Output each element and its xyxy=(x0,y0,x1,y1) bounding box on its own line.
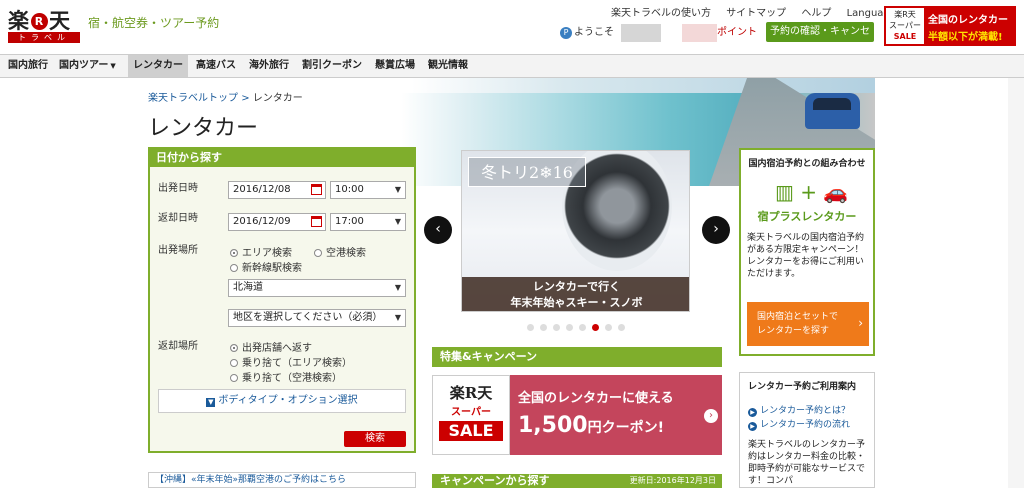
breadcrumb-home[interactable]: 楽天トラベルトップ xyxy=(148,93,238,104)
super-sale-logo: 楽R天 スーパー SALE xyxy=(432,375,510,455)
slider-caption: レンタカーで行く 年末年始ゃスキー・スノボ xyxy=(462,277,689,311)
dropdown-arrow-icon: ▼ xyxy=(394,217,401,226)
car-icon: 🚗 xyxy=(823,180,849,204)
place-label: 出発場所 xyxy=(158,245,198,256)
features-header: 特集&キャンペーン xyxy=(432,347,722,367)
header: 楽R天 トラベル 宿・航空券・ツアー予約 楽天トラベルの使い方 サイトマップ ヘ… xyxy=(0,0,1024,57)
nav-rental-car[interactable]: レンタカー xyxy=(128,55,188,77)
nav-discount-coupon[interactable]: 割引クーポン xyxy=(302,55,362,77)
chevron-left-icon: ‹ xyxy=(435,221,441,237)
return-label: 返却日時 xyxy=(158,213,198,224)
hotel-plus-rental-box: 国内宿泊予約との組み合わせ ▥ + 🚗 宿プラスレンタカー 楽天トラベルの国内宿… xyxy=(739,148,875,356)
slider-dot[interactable] xyxy=(605,324,612,331)
prefecture-select[interactable]: 北海道 ▼ xyxy=(228,279,406,297)
search-button[interactable]: 検索 xyxy=(344,431,406,447)
radio-airport-search[interactable]: 空港検索 xyxy=(314,244,366,259)
depart-time-select[interactable]: 10:00 ▼ xyxy=(330,181,406,199)
chevron-right-icon: › xyxy=(858,316,863,330)
slider-dot[interactable] xyxy=(566,324,573,331)
blurred-points xyxy=(682,24,717,42)
nav-domestic-travel[interactable]: 国内旅行 xyxy=(8,55,48,77)
nav-highway-bus[interactable]: 高速バス xyxy=(196,55,236,77)
okinawa-notice-link[interactable]: 【沖縄】«年末年始»那覇空港のご予約はこちら xyxy=(148,472,416,488)
point-label[interactable]: ポイント xyxy=(717,25,757,41)
coupon-banner[interactable]: 楽R天 スーパー SALE 全国のレンタカーに使える 1,500円クーポン! › xyxy=(432,375,722,455)
rental-guide-box: レンタカー予約ご利用案内 ▶ レンタカー予約とは？ ▶ レンタカー予約の流れ 楽天ト… xyxy=(739,372,875,488)
hotel-plus-rental-title[interactable]: 宿プラスレンタカー xyxy=(741,208,873,224)
reservation-confirm-button[interactable]: 予約の確認・キャンセル xyxy=(766,22,874,57)
radio-shinkansen-search[interactable]: 新幹線駅検索 xyxy=(230,259,302,274)
campaign-slider[interactable]: 冬トリ2❄16 レンタカーで行く 年末年始ゃスキー・スノボ xyxy=(461,150,690,312)
chevron-right-icon: › xyxy=(704,409,718,423)
body-type-option-button[interactable]: ▼ ボディタイプ・オプション選択 xyxy=(158,389,406,413)
slider-dot[interactable] xyxy=(579,324,586,331)
top-link-howto[interactable]: 楽天トラベルの使い方 xyxy=(611,8,711,19)
rakuten-travel-logo[interactable]: 楽R天 トラベル xyxy=(8,5,80,43)
radio-return-to-store[interactable]: 出発店舗へ返す xyxy=(230,339,312,354)
slider-dot[interactable] xyxy=(553,324,560,331)
slider-dot[interactable] xyxy=(527,324,534,331)
guide-link-flow[interactable]: ▶ レンタカー予約の流れ xyxy=(748,417,850,431)
depart-date-input[interactable]: 2016/12/08 xyxy=(228,181,326,199)
slider-next-button[interactable]: › xyxy=(702,216,730,244)
slider-prev-button[interactable]: ‹ xyxy=(424,216,452,244)
winter-trip-logo: 冬トリ2❄16 xyxy=(468,157,586,187)
guide-link-what-is[interactable]: ▶ レンタカー予約とは？ xyxy=(748,403,850,417)
return-place-label: 返却場所 xyxy=(158,341,198,352)
slider-dot[interactable] xyxy=(540,324,547,331)
top-link-help[interactable]: ヘルプ xyxy=(801,8,831,19)
depart-label: 出発日時 xyxy=(158,183,198,194)
expand-icon: ▼ xyxy=(206,398,216,407)
return-date-input[interactable]: 2016/12/09 xyxy=(228,213,326,231)
super-sale-logo: 楽R天 スーパー SALE xyxy=(886,8,924,44)
point-icon: P xyxy=(560,27,572,39)
hotel-plus-rental-description: 楽天トラベルの国内宿泊予約がある方限定キャンペーン！レンタカーをお得にご利用いた… xyxy=(747,233,865,279)
arrow-right-icon: ▶ xyxy=(748,422,757,431)
return-time-select[interactable]: 17:00 ▼ xyxy=(330,213,406,231)
chevron-right-icon: › xyxy=(713,221,719,237)
search-form: 日付から探す 出発日時 2016/12/08 10:00 ▼ 返却日時 2016/… xyxy=(148,147,416,453)
breadcrumb: 楽天トラベルトップ > レンタカー xyxy=(148,93,303,104)
form-header: 日付から探す xyxy=(150,149,414,167)
tagline: 宿・航空券・ツアー予約 xyxy=(88,16,220,30)
area-select[interactable]: 地区を選択してください（必須） ▼ xyxy=(228,309,406,327)
scrollbar[interactable] xyxy=(1008,78,1024,488)
arrow-right-icon: ▶ xyxy=(748,408,757,417)
nav-overseas-travel[interactable]: 海外旅行 xyxy=(249,55,289,77)
radio-dropoff-area[interactable]: 乗り捨て（エリア検索） xyxy=(230,354,352,369)
main-nav: 国内旅行 国内ツアー ▼ レンタカー 高速バス 海外旅行 割引クーポン 懸賞広場 … xyxy=(0,54,1024,78)
dropdown-arrow-icon: ▼ xyxy=(394,313,401,322)
top-link-sitemap[interactable]: サイトマップ xyxy=(726,8,786,19)
calendar-icon[interactable] xyxy=(311,184,322,195)
nav-domestic-tour[interactable]: 国内ツアー ▼ xyxy=(59,55,116,77)
building-icon: ▥ xyxy=(775,180,794,204)
blurred-username xyxy=(621,24,661,42)
caret-down-icon: ▼ xyxy=(110,62,116,70)
slider-dot[interactable] xyxy=(618,324,625,331)
hotel-set-search-button[interactable]: 国内宿泊とセットで レンタカーを探す › xyxy=(747,302,869,346)
campaign-search-header: キャンペーンから探す 更新日:2016年12月3日 xyxy=(432,474,722,488)
top-links: 楽天トラベルの使い方 サイトマップ ヘルプ Languages ▾ xyxy=(611,4,921,19)
radio-area-search[interactable]: エリア検索 xyxy=(230,244,292,259)
nav-prize-square[interactable]: 懸賞広場 xyxy=(375,55,415,77)
breadcrumb-current: レンタカー xyxy=(252,93,303,104)
dropdown-arrow-icon: ▼ xyxy=(394,283,401,292)
dropdown-arrow-icon: ▼ xyxy=(394,185,401,194)
nav-sightseeing[interactable]: 観光情報 xyxy=(428,55,468,77)
slider-dot-active[interactable] xyxy=(592,324,599,331)
super-sale-banner[interactable]: 楽R天 スーパー SALE 全国のレンタカー 半額以下が満載! xyxy=(884,6,1016,46)
calendar-icon[interactable] xyxy=(311,216,322,227)
car-illustration xyxy=(805,93,860,129)
page-title: レンタカー xyxy=(148,116,259,141)
updated-date: 更新日:2016年12月3日 xyxy=(629,476,716,485)
radio-dropoff-airport[interactable]: 乗り捨て（空港検索） xyxy=(230,369,342,384)
